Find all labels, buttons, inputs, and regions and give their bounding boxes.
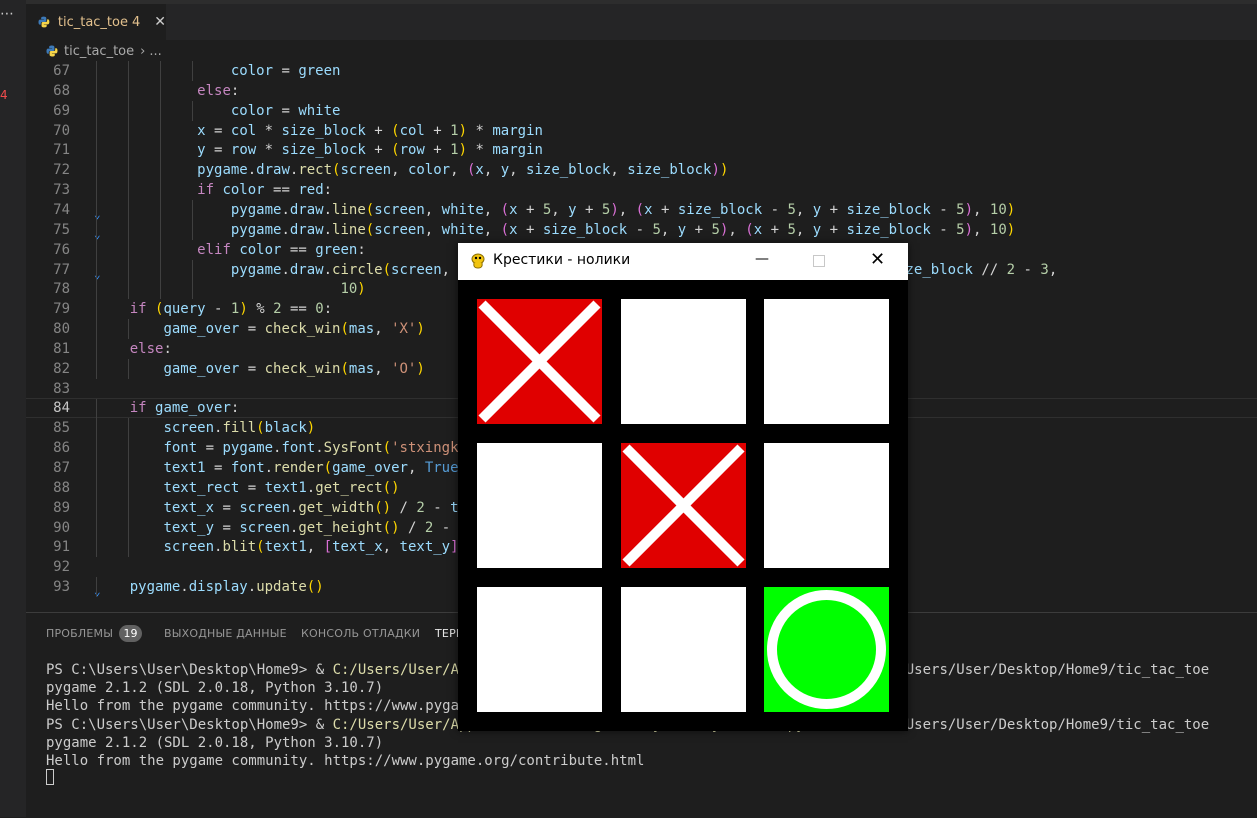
problems-indicator: 4: [0, 88, 8, 102]
line-number: 93: [53, 579, 70, 596]
line-number: 78: [53, 281, 70, 298]
code-text: color = green: [230, 63, 341, 79]
pygame-snake-icon: [471, 253, 485, 269]
tab-output[interactable]: ВЫХОДНЫЕ ДАННЫЕ: [164, 627, 287, 640]
code-text: x = col * size_block + (col + 1) * margi…: [197, 122, 543, 139]
code-text: screen.fill(black): [163, 420, 316, 437]
cell-x[interactable]: [477, 299, 602, 424]
pygame-window[interactable]: Крестики - нолики — ✕: [458, 243, 908, 731]
line-number: 77: [53, 261, 70, 278]
tab-label: tic_tac_toe: [57, 14, 128, 30]
code-text: y = row * size_block + (row + 1) * margi…: [197, 142, 543, 159]
code-text: if (query - 1) % 2 == 0:: [129, 301, 333, 318]
code-line[interactable]: 71 y = row * size_block + (row + 1) * ma…: [26, 140, 1257, 161]
line-number: 71: [53, 142, 70, 159]
cell-empty[interactable]: [621, 587, 746, 712]
line-number: 74: [53, 201, 70, 218]
line-number: 88: [53, 479, 70, 496]
maximize-icon[interactable]: [813, 255, 825, 267]
terminal-line: pygame 2.1.2 (SDL 2.0.18, Python 3.10.7): [46, 734, 384, 751]
breadcrumb: tic_tac_toe › ...: [26, 40, 1257, 62]
code-line[interactable]: 70 x = col * size_block + (col + 1) * ma…: [26, 120, 1257, 141]
line-number: 67: [53, 63, 70, 79]
line-number: 87: [53, 460, 70, 476]
code-text: else:: [197, 82, 240, 99]
code-text: pygame.draw.line(screen, white, (x + siz…: [230, 221, 1016, 238]
terminal-cursor: [46, 769, 54, 785]
code-text: game_over = check_win(mas, 'X'): [163, 321, 425, 338]
tab-bar-top-border: [26, 0, 1257, 4]
line-number: 82: [53, 360, 70, 377]
tab-problems[interactable]: ПРОБЛЕМЫ: [46, 627, 113, 640]
code-line[interactable]: 74 ⌄ pygame.draw.line(screen, white, (x +…: [26, 199, 1257, 220]
code-text: pygame.display.update(): [129, 579, 324, 596]
code-text: if color == red:: [197, 182, 333, 199]
more-actions-icon[interactable]: ⋯: [0, 6, 14, 22]
code-line[interactable]: 72 pygame.draw.rect(screen, color, (x, y…: [26, 160, 1257, 181]
breadcrumb-file[interactable]: tic_tac_toe: [64, 44, 134, 59]
cell-empty[interactable]: [621, 299, 746, 424]
code-text: color = white: [230, 102, 341, 119]
code-line[interactable]: 69 color = white: [26, 100, 1257, 121]
terminal-line: Hello from the pygame community. https:/…: [46, 753, 645, 769]
cell-empty[interactable]: [764, 299, 889, 424]
minimize-icon[interactable]: —: [755, 251, 769, 267]
line-number: 81: [53, 340, 70, 357]
line-number: 83: [53, 380, 70, 397]
code-line[interactable]: 75 ⌄ pygame.draw.line(screen, white, (x +…: [26, 219, 1257, 240]
problems-count-badge: 19: [119, 625, 142, 642]
code-line[interactable]: 67 color = green: [26, 61, 1257, 81]
cell-empty[interactable]: [477, 443, 602, 568]
line-number: 89: [53, 499, 70, 516]
line-number: 76: [53, 241, 70, 258]
game-board: [458, 280, 908, 731]
python-file-icon: [38, 16, 50, 28]
tab-debug-console[interactable]: КОНСОЛЬ ОТЛАДКИ: [301, 627, 420, 640]
close-icon[interactable]: ✕: [870, 249, 885, 270]
line-number: 79: [53, 301, 70, 318]
line-number: 84: [53, 400, 70, 417]
line-number: 85: [53, 420, 70, 437]
window-titlebar[interactable]: Крестики - нолики — ✕: [458, 243, 908, 280]
line-number: 86: [53, 440, 70, 457]
code-text: if game_over:: [129, 400, 240, 417]
python-file-icon: [46, 45, 58, 57]
cell-empty[interactable]: [764, 443, 889, 568]
editor-tab-bar: tic_tac_toe 4 ✕: [26, 0, 1257, 40]
code-text: 10): [340, 281, 366, 298]
tab-tic-tac-toe[interactable]: tic_tac_toe 4 ✕: [26, 4, 166, 40]
line-number: 91: [53, 539, 70, 556]
code-text: pygame.draw.line(screen, white, (x + 5, …: [230, 201, 1016, 218]
line-number: 73: [53, 182, 70, 199]
line-number: 90: [53, 519, 70, 536]
code-line[interactable]: 68 else:: [26, 80, 1257, 101]
code-text: text_rect = text1.get_rect(): [163, 479, 400, 496]
line-number: 68: [53, 82, 70, 99]
line-number: 80: [53, 321, 70, 338]
x-mark-icon: [478, 300, 601, 423]
x-mark-icon: [622, 444, 745, 567]
cell-empty[interactable]: [477, 587, 602, 712]
tab-problem-count: 4: [131, 14, 141, 30]
line-number: 69: [53, 102, 70, 119]
cell-x[interactable]: [621, 443, 746, 568]
code-text: screen.blit(text1, [text_x, text_y]): [163, 539, 467, 556]
code-text: pygame.draw.rect(screen, color, (x, y, s…: [197, 162, 729, 179]
line-number: 92: [53, 559, 70, 576]
breadcrumb-symbol[interactable]: ...: [149, 44, 161, 59]
window-title: Крестики - нолики: [493, 252, 631, 268]
activity-strip: ⋯ 4: [0, 0, 26, 817]
code-text: elif color == green:: [197, 241, 366, 258]
code-text: game_over = check_win(mas, 'O'): [163, 360, 425, 377]
line-number: 70: [53, 122, 70, 139]
cell-o[interactable]: [764, 587, 889, 712]
code-line[interactable]: 73 if color == red:: [26, 180, 1257, 201]
terminal-line: pygame 2.1.2 (SDL 2.0.18, Python 3.10.7): [46, 680, 384, 697]
o-mark-icon: [767, 590, 886, 709]
line-number: 72: [53, 162, 70, 179]
code-text: else:: [129, 340, 172, 357]
close-icon[interactable]: ✕: [154, 14, 166, 30]
breadcrumb-separator: ›: [140, 43, 146, 59]
line-number: 75: [53, 221, 70, 238]
